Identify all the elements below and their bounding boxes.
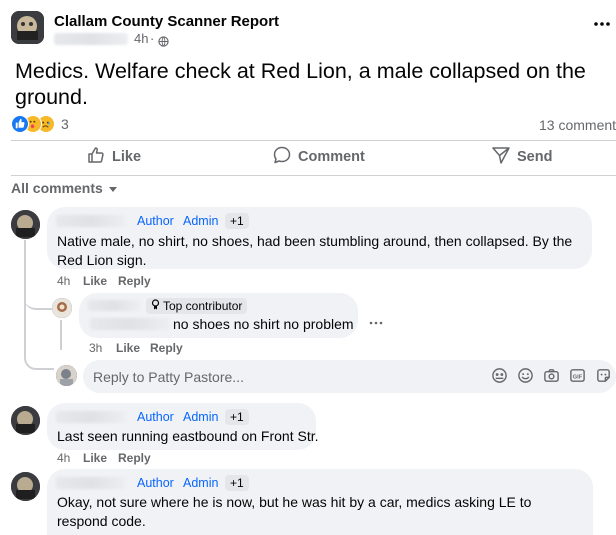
extra-badge: +1 [225,475,249,491]
author-name-redacted [54,33,128,45]
comment-count[interactable]: 13 comments [539,117,616,133]
commenter-name-redacted[interactable] [56,477,126,489]
replier-name-redacted[interactable] [88,300,140,311]
admin-badge: Admin [183,214,219,228]
dot-separator: · [150,31,155,46]
svg-text:GIF: GIF [573,374,583,380]
emoji-icon[interactable] [517,367,534,389]
comment-text: Okay, not sure where he is now, but he w… [57,494,532,529]
medal-icon [151,299,160,313]
sticker-icon[interactable] [595,367,612,389]
extra-badge: +1 [225,409,249,425]
gif-icon[interactable]: GIF [569,367,586,389]
filter-label: All comments [11,180,103,196]
comment-time[interactable]: 4h [57,274,70,288]
comment-like-link[interactable]: Like [83,274,107,288]
commenter-avatar[interactable] [11,210,40,239]
author-badge: Author [137,476,174,490]
reply-tools: GIF [491,367,612,389]
post-time[interactable]: 4h [134,31,148,46]
reactions-summary[interactable]: 3 [11,115,69,133]
ellipsis-icon[interactable] [592,18,612,30]
comment-button[interactable]: Comment [272,145,365,169]
commenter-avatar[interactable] [11,406,40,435]
reply-text: no shoes no shirt no problem [173,316,354,332]
page-avatar[interactable] [11,11,44,44]
send-icon [491,145,511,169]
commenter-avatar[interactable] [11,472,40,501]
top-contributor-badge: Top contributor [146,298,248,314]
reply-reply-link[interactable]: Reply [150,341,183,355]
author-badge: Author [137,410,174,424]
globe-icon [158,34,169,52]
like-label: Like [112,149,142,165]
reaction-count: 3 [61,116,69,132]
comment-text: Native male, no shirt, no shoes, had bee… [57,233,573,268]
divider-top [11,140,616,141]
comment-reply-link[interactable]: Reply [118,274,151,288]
commenter-name-redacted[interactable] [56,215,126,227]
avatar-sticker-icon[interactable] [491,367,508,389]
page-title[interactable]: Clallam County Scanner Report [54,13,279,30]
like-reaction-icon [11,115,29,133]
comment-label: Comment [298,149,365,165]
comment-bubble-icon [272,145,292,169]
like-button[interactable]: Like [86,147,141,167]
thread-line-reply [24,290,54,310]
comments-filter[interactable]: All comments [11,180,118,196]
caret-down-icon [108,180,118,196]
thumbs-up-icon [86,145,106,169]
send-button[interactable]: Send [491,147,552,167]
extra-badge: +1 [225,213,249,229]
divider-bottom [11,175,616,176]
reply-input[interactable]: Reply to Patty Pastore... [93,369,244,385]
reply-time[interactable]: 3h [89,341,102,355]
current-user-avatar [56,365,77,386]
top-contributor-label: Top contributor [163,299,243,313]
thread-line-nested [60,320,62,350]
author-badge: Author [137,214,174,228]
comment-reply-link[interactable]: Reply [118,451,151,465]
admin-badge: Admin [183,410,219,424]
camera-icon[interactable] [543,367,560,389]
comment-like-link[interactable]: Like [83,451,107,465]
post-text: Medics. Welfare check at Red Lion, a mal… [15,59,586,109]
reply-like-link[interactable]: Like [116,341,140,355]
comment-text: Last seen running eastbound on Front Str… [57,428,319,444]
send-label: Send [517,149,553,165]
comment-time[interactable]: 4h [57,451,70,465]
reply-more-icon[interactable] [369,312,383,330]
replier-avatar[interactable] [52,298,72,318]
commenter-name-redacted[interactable] [56,411,126,423]
admin-badge: Admin [183,476,219,490]
reply-quote-redacted [90,318,170,330]
